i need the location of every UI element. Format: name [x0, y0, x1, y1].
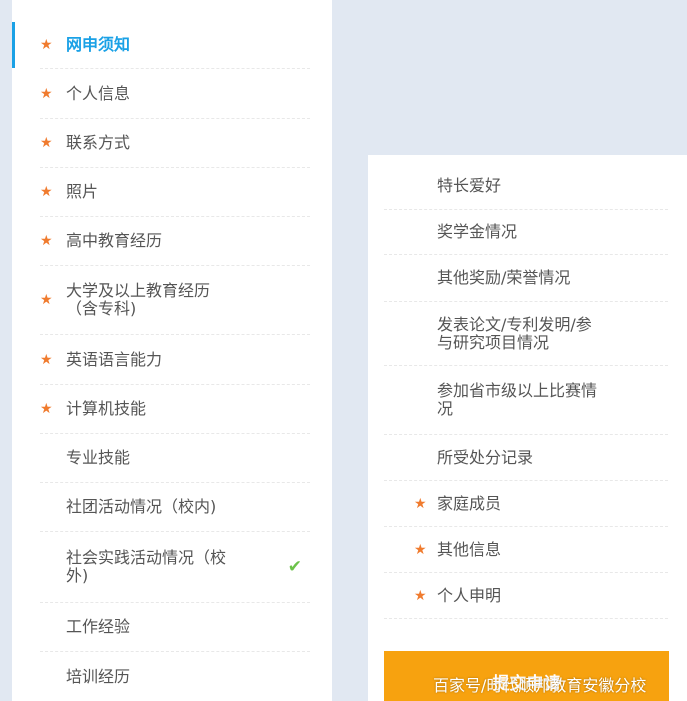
asterisk-icon: ★ [40, 85, 53, 102]
left-nav-item[interactable]: ★ 英语语言能力 [40, 335, 310, 385]
active-indicator [12, 22, 15, 68]
right-nav-item[interactable]: 发表论文/专利发明/参 与研究项目情况 [384, 302, 668, 366]
left-nav-item[interactable]: 社会实践活动情况（校 外) ✔ [40, 532, 310, 603]
left-nav-item[interactable]: 工作经验 [40, 603, 310, 652]
right-nav-item-label: 奖学金情况 [437, 222, 518, 241]
asterisk-icon: ★ [40, 37, 53, 53]
right-nav-item-label: 个人申明 [437, 585, 502, 605]
right-nav-item[interactable]: 所受处分记录 [384, 435, 668, 481]
left-nav-item[interactable]: ★ 高中教育经历 [40, 217, 310, 266]
checkmark-icon: ✔ [287, 557, 302, 577]
watermark: 百家号/时代顺邦教育安徽分校 [433, 676, 647, 695]
left-nav-item[interactable]: 专业技能 [40, 434, 310, 483]
left-nav-item-label: 培训经历 [66, 666, 131, 686]
left-nav-item[interactable]: ★ 网申须知 [40, 22, 310, 69]
left-nav-item-label: 个人信息 [66, 83, 131, 103]
left-nav-item-label: 专业技能 [66, 448, 131, 467]
left-nav-item-label: 大学及以上教育经历 （含专科) [66, 281, 211, 318]
right-nav-item-label: 其他奖励/荣誉情况 [437, 268, 571, 287]
asterisk-icon: ★ [40, 292, 53, 308]
right-nav-item[interactable]: 奖学金情况 [384, 210, 668, 255]
right-nav-item-label: 发表论文/专利发明/参 与研究项目情况 [437, 314, 592, 352]
left-nav-panel: ★ 网申须知 ★ 个人信息 ★ 联系方式 ★ 照片 ★ 高中教育经历 ★ 大学及以上教育经历 （含专科… [12, 0, 332, 701]
left-nav-item[interactable]: ★ 大学及以上教育经历 （含专科) [40, 266, 310, 335]
asterisk-icon: ★ [414, 495, 427, 512]
asterisk-icon: ★ [40, 184, 53, 200]
right-nav-item[interactable]: ★ 个人申明 [384, 573, 668, 619]
right-nav-item[interactable]: ★ 家庭成员 [384, 481, 668, 527]
asterisk-icon: ★ [414, 541, 427, 558]
left-nav-item-label: 社团活动情况（校内) [66, 497, 217, 516]
left-nav-item-label: 高中教育经历 [66, 231, 163, 250]
left-nav-item-label: 英语语言能力 [66, 349, 163, 369]
right-nav-item[interactable]: ★ 其他信息 [384, 527, 668, 573]
asterisk-icon: ★ [40, 135, 53, 151]
right-nav-item-label: 所受处分记录 [437, 447, 534, 467]
right-nav-item-label: 家庭成员 [437, 493, 502, 513]
left-nav-item[interactable]: ★ 照片 [40, 168, 310, 217]
left-nav-item[interactable]: ★ 联系方式 [40, 119, 310, 168]
asterisk-icon: ★ [40, 401, 53, 417]
left-nav-item-label: 社会实践活动情况（校 外) [66, 548, 227, 585]
right-nav-item-label: 特长爱好 [437, 176, 502, 195]
asterisk-icon: ★ [414, 587, 427, 604]
left-nav-item-label: 照片 [66, 182, 99, 201]
right-nav-item-label: 参加省市级以上比赛情 况 [437, 381, 598, 418]
right-nav-item[interactable]: 其他奖励/荣誉情况 [384, 255, 668, 302]
asterisk-icon: ★ [40, 351, 53, 368]
asterisk-icon: ★ [40, 233, 53, 249]
left-nav-item-label: 联系方式 [66, 133, 131, 152]
right-nav-item[interactable]: 参加省市级以上比赛情 况 [384, 366, 668, 435]
left-nav-item[interactable]: 培训经历 [40, 652, 310, 701]
right-nav-item[interactable]: 特长爱好 [384, 163, 668, 210]
left-nav-item-label: 工作经验 [66, 617, 131, 636]
right-nav-item-label: 其他信息 [437, 539, 502, 559]
left-nav-item-label: 网申须知 [66, 35, 131, 54]
right-nav-panel: 特长爱好奖学金情况其他奖励/荣誉情况发表论文/专利发明/参 与研究项目情况 参加省… [368, 155, 687, 701]
left-nav-item[interactable]: 社团活动情况（校内) [40, 483, 310, 532]
left-nav-item[interactable]: ★ 个人信息 [40, 69, 310, 119]
left-nav-item-label: 计算机技能 [66, 399, 147, 418]
left-nav-item[interactable]: ★ 计算机技能 [40, 385, 310, 434]
